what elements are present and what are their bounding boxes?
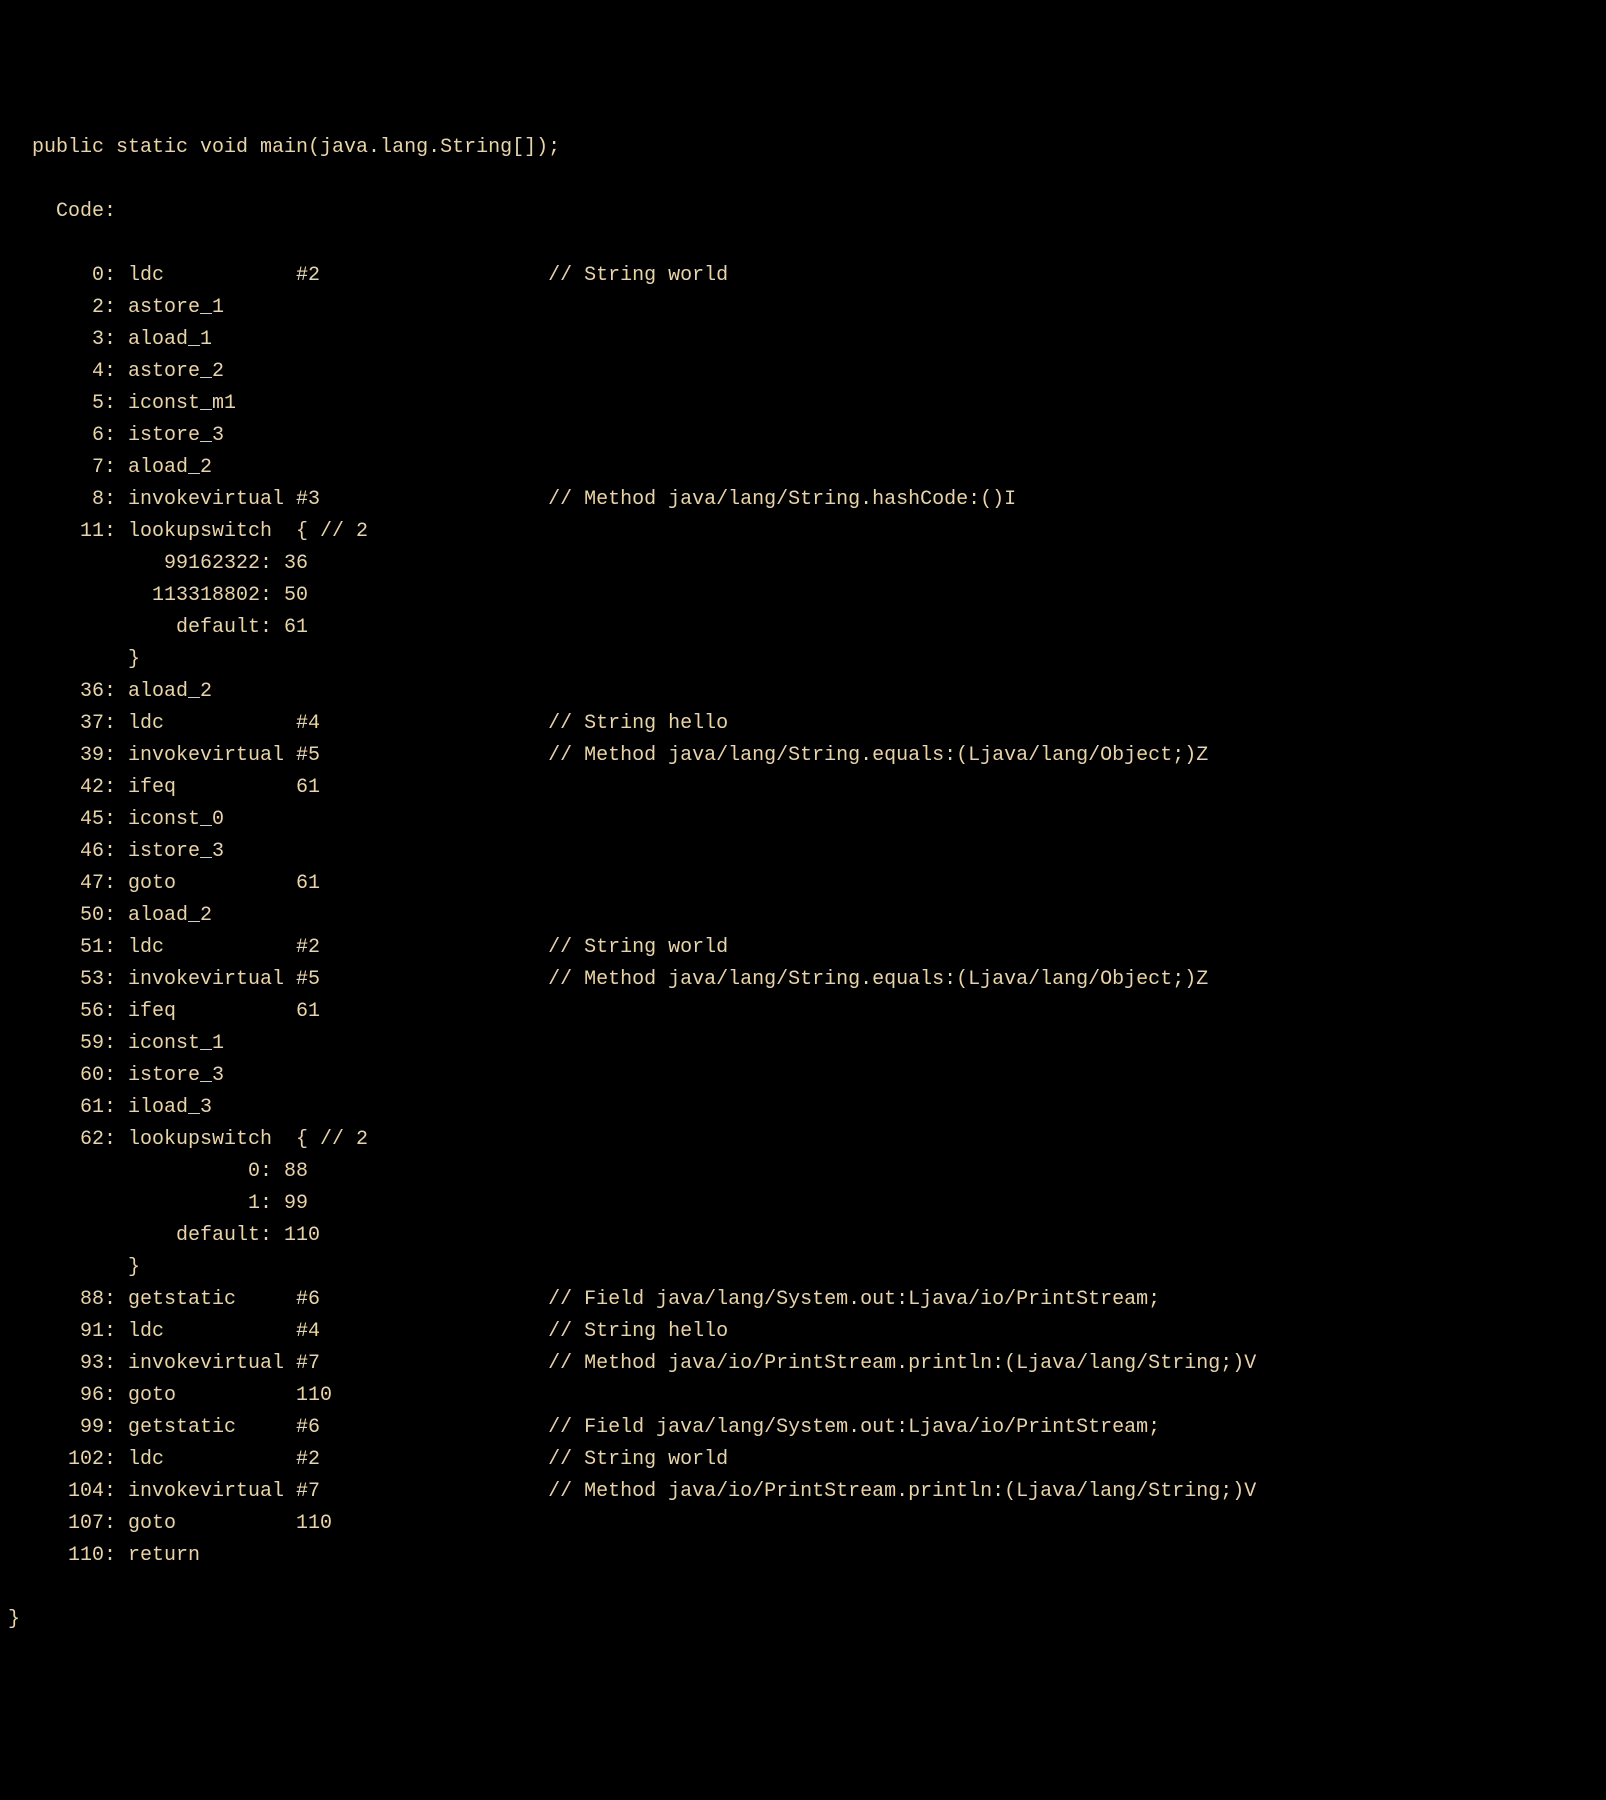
bytecode-line: 8: invokevirtual #3 // Method java/lang/… [8, 484, 1598, 516]
bytecode-line: } [8, 644, 1598, 676]
bytecode-line: 42: ifeq 61 [8, 772, 1598, 804]
bytecode-line: 5: iconst_m1 [8, 388, 1598, 420]
bytecode-line: } [8, 1252, 1598, 1284]
bytecode-line: 6: istore_3 [8, 420, 1598, 452]
bytecode-line: 2: astore_1 [8, 292, 1598, 324]
bytecode-line: default: 61 [8, 612, 1598, 644]
bytecode-line: 3: aload_1 [8, 324, 1598, 356]
instructions-block: 0: ldc #2 // String world 2: astore_1 3:… [8, 260, 1598, 1572]
bytecode-line: default: 110 [8, 1220, 1598, 1252]
bytecode-line: 37: ldc #4 // String hello [8, 708, 1598, 740]
bytecode-line: 11: lookupswitch { // 2 [8, 516, 1598, 548]
bytecode-line: 104: invokevirtual #7 // Method java/io/… [8, 1476, 1598, 1508]
bytecode-line: 96: goto 110 [8, 1380, 1598, 1412]
bytecode-line: 60: istore_3 [8, 1060, 1598, 1092]
bytecode-line: 0: ldc #2 // String world [8, 260, 1598, 292]
bytecode-line: 99: getstatic #6 // Field java/lang/Syst… [8, 1412, 1598, 1444]
code-label: Code: [8, 196, 1598, 228]
bytecode-line: 36: aload_2 [8, 676, 1598, 708]
bytecode-line: 39: invokevirtual #5 // Method java/lang… [8, 740, 1598, 772]
bytecode-line: 91: ldc #4 // String hello [8, 1316, 1598, 1348]
bytecode-line: 102: ldc #2 // String world [8, 1444, 1598, 1476]
bytecode-line: 47: goto 61 [8, 868, 1598, 900]
bytecode-line: 59: iconst_1 [8, 1028, 1598, 1060]
bytecode-line: 107: goto 110 [8, 1508, 1598, 1540]
bytecode-line: 62: lookupswitch { // 2 [8, 1124, 1598, 1156]
bytecode-line: 53: invokevirtual #5 // Method java/lang… [8, 964, 1598, 996]
bytecode-line: 61: iload_3 [8, 1092, 1598, 1124]
bytecode-line: 99162322: 36 [8, 548, 1598, 580]
bytecode-line: 93: invokevirtual #7 // Method java/io/P… [8, 1348, 1598, 1380]
bytecode-line: 4: astore_2 [8, 356, 1598, 388]
bytecode-line: 113318802: 50 [8, 580, 1598, 612]
bytecode-line: 51: ldc #2 // String world [8, 932, 1598, 964]
bytecode-line: 1: 99 [8, 1188, 1598, 1220]
method-signature: public static void main(java.lang.String… [8, 132, 1598, 164]
bytecode-line: 7: aload_2 [8, 452, 1598, 484]
bytecode-line: 50: aload_2 [8, 900, 1598, 932]
bytecode-line: 110: return [8, 1540, 1598, 1572]
bytecode-line: 0: 88 [8, 1156, 1598, 1188]
bytecode-line: 56: ifeq 61 [8, 996, 1598, 1028]
bytecode-line: 45: iconst_0 [8, 804, 1598, 836]
bytecode-line: 46: istore_3 [8, 836, 1598, 868]
closing-brace: } [8, 1604, 1598, 1636]
bytecode-line: 88: getstatic #6 // Field java/lang/Syst… [8, 1284, 1598, 1316]
